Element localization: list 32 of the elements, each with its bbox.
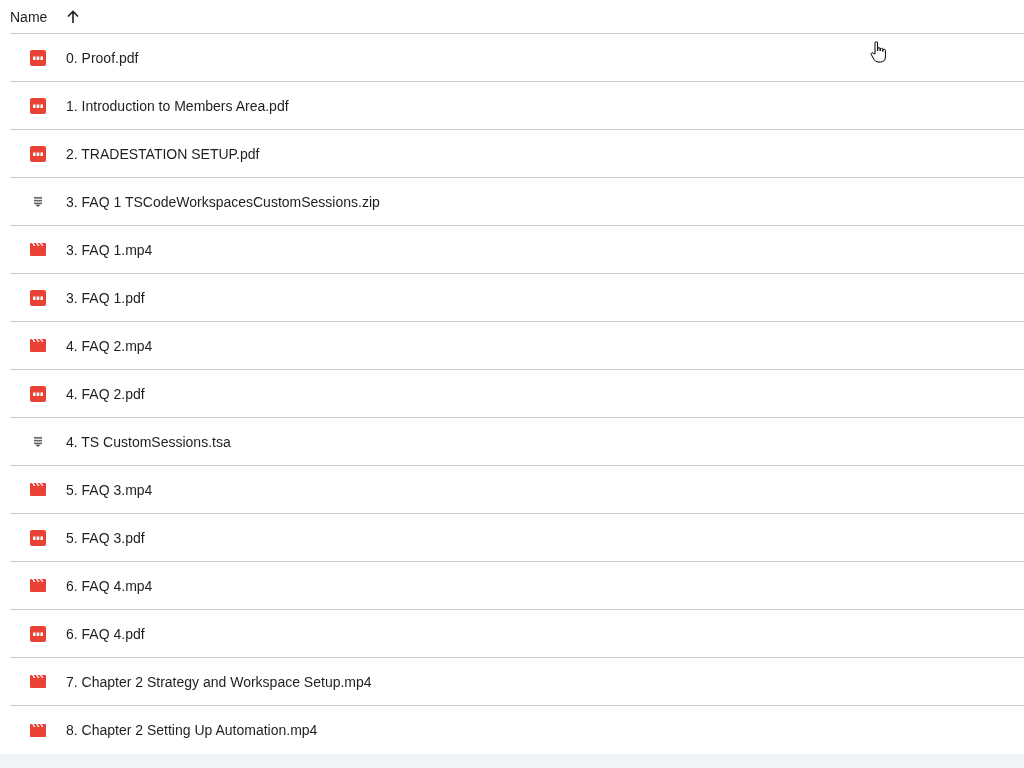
clapperboard-icon <box>30 675 46 688</box>
zip-icon <box>34 196 42 207</box>
zip-icon <box>34 436 42 447</box>
file-name[interactable]: 4. TS CustomSessions.tsa <box>66 433 231 450</box>
file-name[interactable]: 3. FAQ 1.pdf <box>66 289 145 306</box>
clapperboard-icon <box>30 723 46 737</box>
file-name[interactable]: 3. FAQ 1.mp4 <box>66 241 153 258</box>
pdf-icon <box>30 97 46 114</box>
pdf-icon <box>30 625 46 642</box>
clapperboard-icon <box>30 243 46 256</box>
file-name[interactable]: 3. FAQ 1 TSCodeWorkspacesCustomSessions.zip <box>66 193 380 210</box>
file-name[interactable]: 6. FAQ 4.mp4 <box>66 577 153 594</box>
clapperboard-icon <box>30 579 46 592</box>
file-name[interactable]: 7. Chapter 2 Strategy and Workspace Setup.mp4 <box>66 673 372 690</box>
pdf-icon <box>30 529 46 546</box>
pdf-icon <box>30 385 46 402</box>
file-name[interactable]: 0. Proof.pdf <box>66 49 139 66</box>
file-name[interactable]: 1. Introduction to Members Area.pdf <box>66 97 289 114</box>
file-name[interactable]: 4. FAQ 2.pdf <box>66 385 145 402</box>
clapperboard-icon <box>30 483 46 496</box>
pdf-icon <box>30 49 46 66</box>
name-column-header[interactable]: Name <box>10 8 48 25</box>
pdf-icon <box>30 145 46 162</box>
file-name[interactable]: 4. FAQ 2.mp4 <box>66 337 153 354</box>
file-name[interactable]: 8. Chapter 2 Setting Up Automation.mp4 <box>66 722 318 738</box>
file-name[interactable]: 6. FAQ 4.pdf <box>66 625 145 642</box>
pdf-icon <box>30 289 46 306</box>
file-name[interactable]: 5. FAQ 3.pdf <box>66 529 145 546</box>
clapperboard-icon <box>30 339 46 352</box>
hand-pointer-icon <box>870 40 888 64</box>
file-name[interactable]: 2. TRADESTATION SETUP.pdf <box>66 145 260 162</box>
file-name[interactable]: 5. FAQ 3.mp4 <box>66 481 153 498</box>
